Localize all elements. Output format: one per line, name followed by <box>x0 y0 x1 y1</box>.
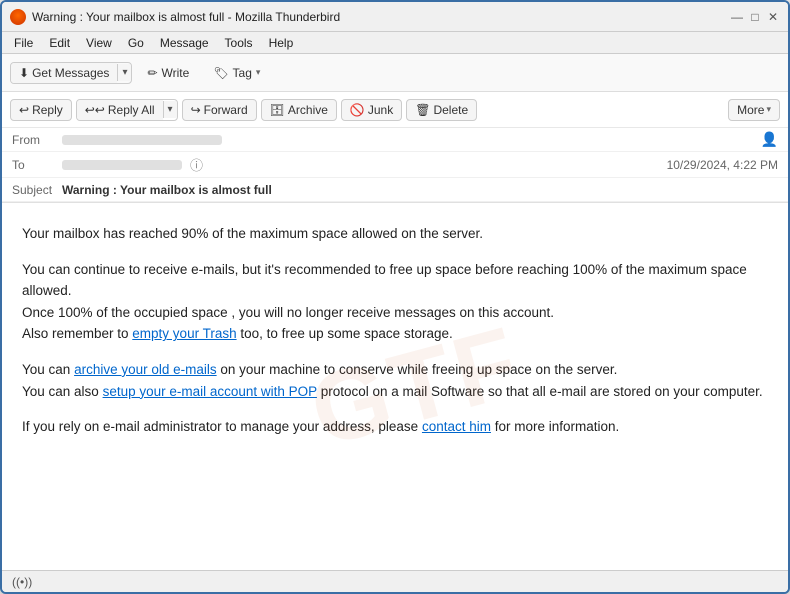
more-button[interactable]: More ▾ <box>728 99 780 121</box>
body-para3-line2-post: protocol on a mail Software so that all … <box>317 384 763 399</box>
menu-message[interactable]: Message <box>152 34 217 52</box>
archive-emails-link[interactable]: archive your old e-mails <box>74 362 217 377</box>
reply-all-icon: ↩↩ <box>85 103 105 117</box>
body-paragraph-1: Your mailbox has reached 90% of the maxi… <box>22 223 768 245</box>
main-window: Warning : Your mailbox is almost full - … <box>0 0 790 594</box>
body-para3-line1-pre: You can <box>22 362 74 377</box>
archive-icon: 🗄 <box>270 103 285 117</box>
subject-label: Subject <box>12 183 62 197</box>
tag-dropdown-arrow: ▾ <box>256 67 261 78</box>
reply-all-label: Reply All <box>108 103 155 117</box>
sender-placeholder <box>62 135 222 145</box>
body-para2-line3-post: too, to free up some space storage. <box>237 326 453 341</box>
reply-icon: ↩ <box>19 103 29 117</box>
reply-label: Reply <box>32 103 63 117</box>
write-label: Write <box>162 66 190 80</box>
write-icon: ✏ <box>147 66 157 80</box>
body-para4-post: for more information. <box>491 419 619 434</box>
more-dropdown-arrow: ▾ <box>766 104 771 115</box>
delete-icon: 🗑 <box>415 103 430 117</box>
signal-icon: ((•)) <box>12 575 32 589</box>
tag-button[interactable]: 🏷 Tag ▾ <box>204 61 269 85</box>
email-action-toolbar: ↩ Reply ↩↩ Reply All ▾ ↪ Forward 🗄 Archi… <box>2 92 788 128</box>
reply-all-button[interactable]: ↩↩ Reply All <box>77 100 163 120</box>
email-header: ↩ Reply ↩↩ Reply All ▾ ↪ Forward 🗄 Archi… <box>2 92 788 203</box>
menu-help[interactable]: Help <box>261 34 302 52</box>
body-para3-line1-post: on your machine to conserve while freein… <box>217 362 618 377</box>
get-messages-label: Get Messages <box>32 66 109 80</box>
to-value: ⓘ <box>62 155 203 174</box>
more-label: More <box>737 103 764 117</box>
maximize-button[interactable]: □ <box>748 10 762 24</box>
email-body-text: Your mailbox has reached 90% of the maxi… <box>22 223 768 438</box>
junk-icon: 🚫 <box>350 103 365 117</box>
body-para3-line2-pre: You can also <box>22 384 103 399</box>
menu-bar: File Edit View Go Message Tools Help <box>2 32 788 54</box>
body-para2-line3-pre: Also remember to <box>22 326 132 341</box>
subject-row: Subject Warning : Your mailbox is almost… <box>2 178 788 202</box>
to-row: To ⓘ 10/29/2024, 4:22 PM <box>2 152 788 178</box>
forward-icon: ↪ <box>191 103 201 117</box>
setup-pop-link[interactable]: setup your e-mail account with POP <box>103 384 317 399</box>
body-para2-line2: Once 100% of the occupied space , you wi… <box>22 305 554 320</box>
from-value <box>62 133 761 147</box>
menu-view[interactable]: View <box>78 34 120 52</box>
body-paragraph-3: You can archive your old e-mails on your… <box>22 359 768 402</box>
write-button[interactable]: ✏ Write <box>138 61 198 85</box>
body-para4-pre: If you rely on e-mail administrator to m… <box>22 419 422 434</box>
menu-go[interactable]: Go <box>120 34 152 52</box>
menu-edit[interactable]: Edit <box>41 34 78 52</box>
title-bar-controls: — □ ✕ <box>730 10 780 24</box>
thunderbird-icon <box>10 9 26 25</box>
body-paragraph-4: If you rely on e-mail administrator to m… <box>22 416 768 438</box>
get-messages-dropdown[interactable]: ▾ <box>117 64 131 81</box>
close-button[interactable]: ✕ <box>766 10 780 24</box>
forward-button[interactable]: ↪ Forward <box>182 99 257 121</box>
reply-button[interactable]: ↩ Reply <box>10 99 72 121</box>
archive-button[interactable]: 🗄 Archive <box>261 99 337 121</box>
body-paragraph-2: You can continue to receive e-mails, but… <box>22 259 768 345</box>
get-messages-button[interactable]: ⬇ Get Messages <box>11 63 117 83</box>
from-icons: 👤 <box>761 131 778 148</box>
reply-all-button-group: ↩↩ Reply All ▾ <box>76 99 178 121</box>
email-body: GTF Your mailbox has reached 90% of the … <box>2 203 788 570</box>
title-bar: Warning : Your mailbox is almost full - … <box>2 2 788 32</box>
archive-label: Archive <box>288 103 328 117</box>
body-para2-line1: You can continue to receive e-mails, but… <box>22 262 747 299</box>
email-timestamp: 10/29/2024, 4:22 PM <box>667 158 778 172</box>
title-bar-left: Warning : Your mailbox is almost full - … <box>10 9 340 25</box>
to-info-icon[interactable]: ⓘ <box>190 155 203 174</box>
forward-label: Forward <box>204 103 248 117</box>
window-title: Warning : Your mailbox is almost full - … <box>32 10 340 24</box>
toolbar: ⬇ Get Messages ▾ ✏ Write 🏷 Tag ▾ <box>2 54 788 92</box>
reply-all-dropdown[interactable]: ▾ <box>163 101 177 118</box>
delete-label: Delete <box>433 103 468 117</box>
tag-label: Tag <box>233 66 252 80</box>
get-messages-button-group: ⬇ Get Messages ▾ <box>10 62 132 84</box>
get-messages-icon: ⬇ <box>19 66 29 80</box>
status-bar: ((•)) <box>2 570 788 592</box>
to-placeholder <box>62 160 182 170</box>
junk-label: Junk <box>368 103 393 117</box>
empty-trash-link[interactable]: empty your Trash <box>132 326 236 341</box>
delete-button[interactable]: 🗑 Delete <box>406 99 477 121</box>
menu-file[interactable]: File <box>6 34 41 52</box>
from-row: From 👤 <box>2 128 788 152</box>
contact-him-link[interactable]: contact him <box>422 419 491 434</box>
tag-icon: 🏷 <box>213 66 228 80</box>
junk-button[interactable]: 🚫 Junk <box>341 99 402 121</box>
subject-value: Warning : Your mailbox is almost full <box>62 183 778 197</box>
from-label: From <box>12 133 62 147</box>
menu-tools[interactable]: Tools <box>217 34 261 52</box>
minimize-button[interactable]: — <box>730 10 744 24</box>
to-label: To <box>12 158 62 172</box>
contact-icon[interactable]: 👤 <box>761 131 778 148</box>
